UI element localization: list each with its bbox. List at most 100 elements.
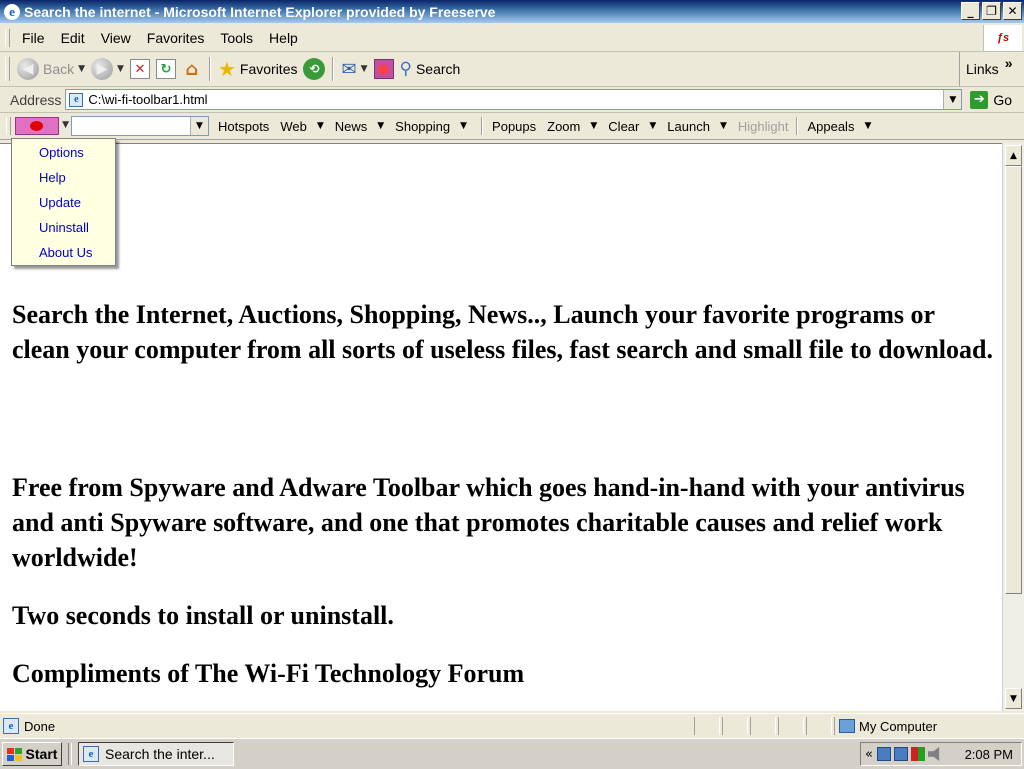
menu-update[interactable]: Update <box>12 190 115 215</box>
refresh-button[interactable]: ↻ <box>153 55 179 83</box>
chevron-down-icon[interactable]: ▼ <box>361 64 368 74</box>
clear-label: Clear <box>608 118 640 134</box>
title-bar[interactable]: e Search the internet - Microsoft Intern… <box>0 0 1024 23</box>
wifi-shopping[interactable]: Shopping ▼ <box>392 119 470 134</box>
wifi-zoom[interactable]: Zoom ▼ <box>544 119 600 134</box>
web-label: Web <box>280 118 307 134</box>
popups-label: Popups <box>492 118 537 134</box>
ie-icon: e <box>83 746 99 762</box>
back-label: Back <box>43 61 75 77</box>
refresh-icon: ↻ <box>155 59 176 79</box>
menu-file[interactable]: File <box>14 30 53 46</box>
close-button[interactable]: ✕ <box>1003 2 1022 20</box>
windows-logo-icon <box>6 747 22 761</box>
wifi-logo-icon <box>30 121 43 131</box>
restore-button[interactable]: ❐ <box>982 2 1001 20</box>
zone-label: My Computer <box>859 718 938 734</box>
stop-icon: ✕ <box>129 59 150 79</box>
scroll-down-button[interactable]: ▼ <box>1005 688 1022 709</box>
toolbar-grip[interactable] <box>5 57 10 81</box>
status-pane <box>722 717 748 735</box>
toolbar-separator <box>796 117 799 135</box>
spyware-paragraph: Free from Spyware and Adware Toolbar whi… <box>12 473 965 572</box>
volume-icon[interactable] <box>927 747 940 761</box>
go-button[interactable]: ➔ Go <box>970 90 1012 109</box>
minimize-button[interactable]: _ <box>961 2 980 20</box>
network-icon[interactable] <box>876 747 891 761</box>
chevron-down-icon: ▼ <box>719 121 727 131</box>
toolbar-grip[interactable] <box>6 117 11 135</box>
toolbar-addon-button[interactable]: ● <box>371 55 397 83</box>
back-arrow-icon: ◀ <box>17 58 39 80</box>
toolbar-grip[interactable] <box>5 29 10 47</box>
favorites-button[interactable]: ★ Favorites <box>215 55 301 83</box>
clock[interactable]: 2:08 PM <box>965 747 1013 762</box>
menu-help-item[interactable]: Help <box>12 165 115 190</box>
chevron-down-icon[interactable]: ▼ <box>190 117 208 135</box>
page-content: Search the Internet, Auctions, Shopping,… <box>0 143 1002 711</box>
address-input[interactable]: e C:\wi-fi-toolbar1.html ▼ <box>65 89 963 110</box>
wifi-logo-dropdown: Options Help Update Uninstall About Us <box>11 138 116 266</box>
scroll-thumb[interactable] <box>1005 166 1022 594</box>
compliments-paragraph: Compliments of The Wi-Fi Technology Foru… <box>12 659 525 688</box>
chevron-down-icon: ▼ <box>590 121 598 131</box>
back-button[interactable]: ◀ Back ▼ <box>14 55 88 83</box>
menu-options[interactable]: Options <box>12 140 115 165</box>
system-tray: « 2:08 PM <box>860 742 1022 766</box>
menu-bar: File Edit View Favorites Tools Help ƒs <box>0 25 1024 52</box>
chevron-down-icon[interactable]: ▼ <box>62 120 69 130</box>
links-toolbar[interactable]: Links » <box>959 52 1024 86</box>
toolbar-search-input[interactable]: ▼ <box>71 116 209 136</box>
mail-button[interactable]: ✉ ▼ <box>338 55 370 83</box>
wifi-clear[interactable]: Clear ▼ <box>605 119 659 134</box>
toolbar-separator <box>481 117 484 135</box>
security-shield-icon[interactable] <box>910 747 925 761</box>
page-icon: e <box>69 92 84 107</box>
wifi-hotspots[interactable]: Hotspots <box>215 119 272 134</box>
status-pane <box>694 717 720 735</box>
status-pane <box>750 717 776 735</box>
toolbar-separator <box>208 57 211 81</box>
home-button[interactable]: ⌂ <box>179 55 205 83</box>
menu-view[interactable]: View <box>93 30 139 46</box>
taskbar-ie-window[interactable]: e Search the inter... <box>78 742 234 766</box>
wifi-appeals[interactable]: Appeals ▼ <box>804 119 874 134</box>
menu-uninstall[interactable]: Uninstall <box>12 215 115 240</box>
menu-about-us[interactable]: About Us <box>12 240 115 265</box>
chevron-down-icon: ▼ <box>864 121 872 131</box>
menu-tools[interactable]: Tools <box>212 30 261 46</box>
links-label: Links <box>966 61 999 77</box>
menu-edit[interactable]: Edit <box>53 30 93 46</box>
chevron-down-icon[interactable]: ▼ <box>117 64 124 74</box>
vertical-scrollbar[interactable]: ▲ ▼ <box>1002 143 1024 711</box>
wifi-web[interactable]: Web ▼ <box>277 119 326 134</box>
chevron-right-icon[interactable]: » <box>1005 55 1013 71</box>
highlight-label: Highlight <box>737 118 789 134</box>
wifi-news[interactable]: News ▼ <box>332 119 387 134</box>
network-icon[interactable] <box>893 747 908 761</box>
taskbar: Start e Search the inter... « 2:08 PM <box>0 738 1024 769</box>
address-bar: Address e C:\wi-fi-toolbar1.html ▼ ➔ Go <box>0 87 1024 113</box>
chevron-down-icon[interactable]: ▼ <box>943 90 962 109</box>
show-hidden-icons-button[interactable]: « <box>865 747 873 762</box>
history-button[interactable]: ⟲ <box>300 55 328 83</box>
menu-favorites[interactable]: Favorites <box>139 30 213 46</box>
status-pane <box>806 717 832 735</box>
zoom-label: Zoom <box>547 118 581 134</box>
start-button[interactable]: Start <box>2 742 62 766</box>
chevron-down-icon[interactable]: ▼ <box>78 64 85 74</box>
wifi-toolbar: ▼ ▼ Hotspots Web ▼ News ▼ Shopping ▼ Popups… <box>0 113 1024 140</box>
forward-button[interactable]: ▶ ▼ <box>88 55 127 83</box>
stop-button[interactable]: ✕ <box>127 55 153 83</box>
security-zone[interactable]: My Computer <box>834 717 1017 735</box>
search-button[interactable]: ⚲ Search <box>397 55 464 83</box>
wifi-popups[interactable]: Popups <box>489 119 539 134</box>
flower-icon: ● <box>373 59 394 79</box>
wifi-logo-button[interactable]: ▼ <box>15 117 69 135</box>
wifi-launch[interactable]: Launch ▼ <box>664 119 730 134</box>
menu-help[interactable]: Help <box>261 30 306 46</box>
address-value[interactable]: C:\wi-fi-toolbar1.html <box>88 92 207 107</box>
scroll-up-button[interactable]: ▲ <box>1005 145 1022 166</box>
status-pane <box>778 717 804 735</box>
history-icon: ⟲ <box>303 58 326 80</box>
